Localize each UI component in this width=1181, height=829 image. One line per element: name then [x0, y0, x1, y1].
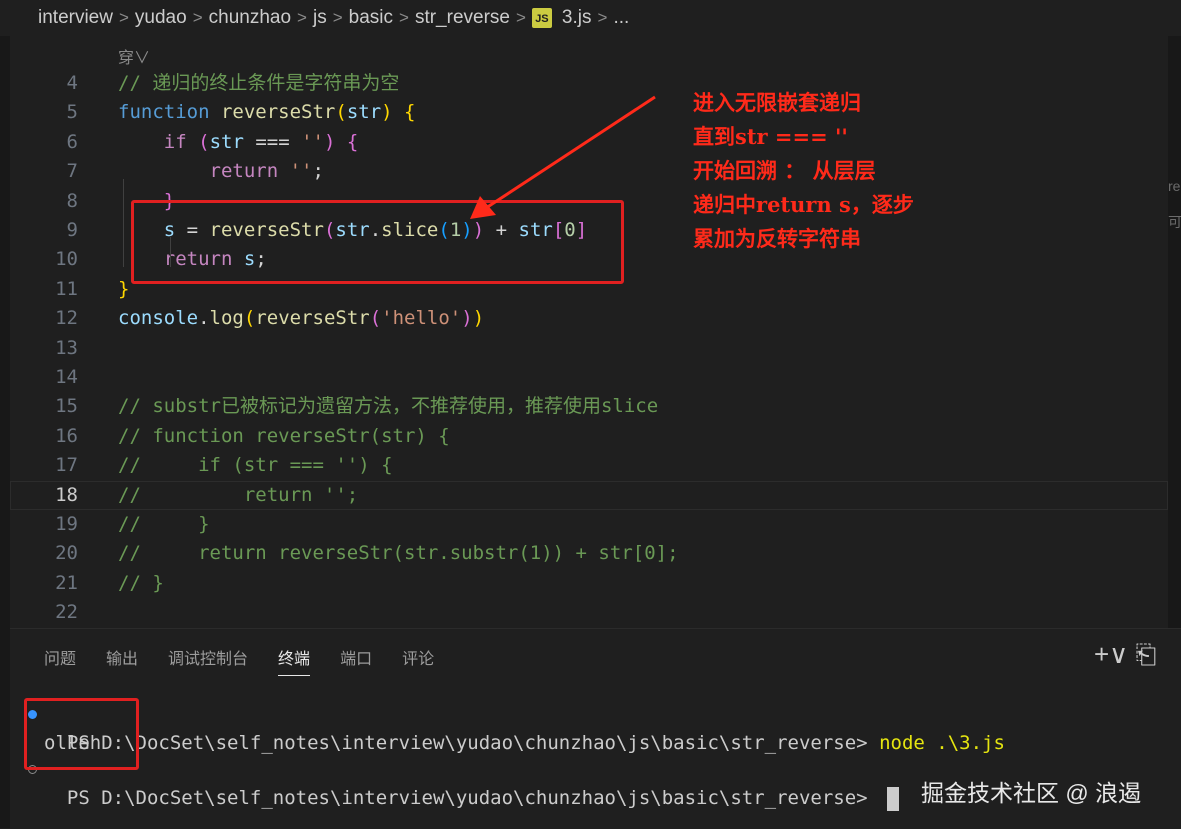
annotation-arrow	[470, 95, 656, 219]
